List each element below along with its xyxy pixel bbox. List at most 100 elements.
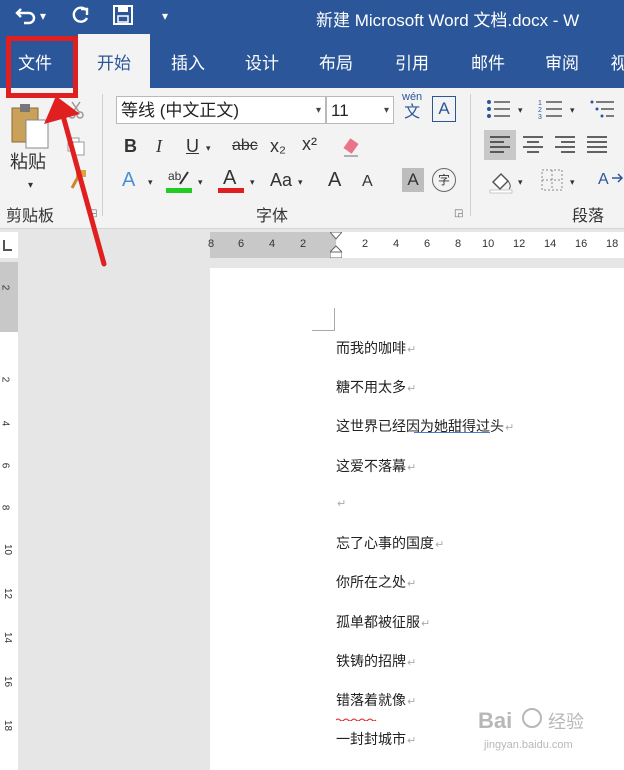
document-line[interactable]: 孤单都被征服↵ [336,612,430,632]
font-name-value: 等线 (中文正文) [121,101,240,120]
cut-icon[interactable] [66,100,86,120]
paragraph-mark: ↵ [407,344,417,356]
line-text: 你所在之处 [336,574,406,590]
justify-button[interactable] [582,130,612,160]
bullets-dropdown-icon[interactable]: ▾ [518,98,523,122]
ruler-number: 2 [0,376,11,383]
clipboard-group-label: 剪贴板 [6,208,55,225]
svg-text:1: 1 [538,100,542,107]
ruler-number: 4 [269,238,276,250]
save-icon[interactable] [112,4,134,32]
underline-dropdown-icon[interactable]: ▾ [206,136,211,160]
document-line[interactable]: 而我的咖啡↵ [336,338,416,358]
indent-marker-icon[interactable] [328,231,344,259]
text-effects-dropdown-icon[interactable]: ▾ [148,170,153,194]
ruler-corner[interactable] [0,232,18,258]
svg-text:ab: ab [168,169,182,183]
strikethrough-button[interactable]: abc [232,134,258,158]
tab-layout[interactable]: 布局 [300,34,372,88]
file-tab-highlight-box [6,36,78,98]
paste-icon[interactable] [8,100,54,150]
undo-dropdown-icon[interactable]: ▾ [40,4,46,28]
shrink-font-button[interactable]: A [362,170,373,194]
document-line[interactable]: 糖不用太多↵ [336,377,416,397]
ruler-number: 18 [606,238,619,250]
align-center-button[interactable] [518,130,548,160]
font-color-dropdown-icon[interactable]: ▾ [250,170,255,194]
document-line[interactable]: ↵ [336,494,346,510]
italic-button[interactable]: I [156,134,162,158]
paste-label[interactable]: 粘贴 [10,150,46,174]
ruler-number: 10 [482,238,495,250]
tab-view[interactable]: 视 [604,34,624,88]
document-line[interactable]: 这爱不落幕↵ [336,456,416,476]
bold-button[interactable]: B [124,134,137,158]
ruler-margin-shade [0,262,18,332]
grow-font-button[interactable]: A [328,168,341,192]
tab-home[interactable]: 开始 [78,34,150,88]
numbering-icon[interactable]: 123 [538,98,568,121]
enclose-characters-button[interactable]: 字 [432,168,456,192]
line-text: 忘了心事的国度 [336,535,434,551]
copy-icon[interactable] [66,136,86,156]
font-size-combo[interactable]: 11 ▾ [326,96,394,124]
font-name-combo[interactable]: 等线 (中文正文) ▾ [116,96,326,124]
highlight-dropdown-icon[interactable]: ▾ [198,170,203,194]
svg-text:Bai: Bai [478,708,512,733]
paste-dropdown-icon[interactable]: ▾ [28,174,33,198]
underline-button[interactable]: U [186,134,199,158]
change-case-dropdown-icon[interactable]: ▾ [298,170,303,194]
svg-text:经验: 经验 [548,712,584,733]
text-effects-button[interactable]: A [122,168,135,192]
undo-icon[interactable] [14,4,38,34]
watermark-logo: Bai 经验 jingyan.baidu.com [470,700,620,760]
document-line[interactable]: 错落着就像↵ [336,690,416,710]
document-line[interactable]: 你所在之处↵ [336,572,416,592]
ruler-number: 8 [208,238,215,250]
document-line[interactable]: 一封封城市↵ [336,729,416,749]
font-size-value: 11 [331,101,349,120]
text-direction-icon[interactable]: A [596,168,624,192]
clear-formatting-icon[interactable] [340,136,362,158]
shading-dropdown-icon[interactable]: ▾ [518,170,523,194]
numbering-dropdown-icon[interactable]: ▾ [570,98,575,122]
character-shading-button[interactable]: A [402,168,424,192]
document-page[interactable]: 而我的咖啡↵ 糖不用太多↵ 这世界已经因为她甜得过头↵ 这爱不落幕↵ ↵ 忘了心… [210,268,624,770]
tab-design[interactable]: 设计 [226,34,298,88]
change-case-button[interactable]: Aa [270,168,292,192]
paragraph-group-label: 段落 [572,208,605,225]
font-size-dropdown-icon[interactable]: ▾ [384,97,389,125]
multilevel-list-icon[interactable] [590,98,620,120]
ruler-number: 10 [2,543,14,556]
tab-references[interactable]: 引用 [376,34,448,88]
borders-icon[interactable] [540,168,564,192]
vertical-ruler[interactable]: 2 2 4 6 8 10 12 14 16 18 [0,262,18,770]
horizontal-ruler[interactable]: 8 6 4 2 2 4 6 8 10 12 14 16 18 [208,231,624,259]
customize-qat-icon[interactable]: ▾ [162,4,168,28]
document-line[interactable]: 忘了心事的国度↵ [336,533,444,553]
tab-insert[interactable]: 插入 [152,34,224,88]
ruler-number: 18 [2,719,14,732]
align-left-button[interactable] [484,130,516,160]
document-line[interactable]: 这世界已经因为她甜得过头↵ [336,416,514,436]
font-launcher-icon[interactable]: ◲ [454,208,463,219]
font-color-button[interactable]: A [218,166,244,194]
bullets-icon[interactable] [486,98,516,120]
align-right-button[interactable] [550,130,580,160]
redo-icon[interactable] [68,4,92,34]
tab-mailings[interactable]: 邮件 [452,34,524,88]
clipboard-launcher-icon[interactable]: ◲ [88,208,97,219]
borders-dropdown-icon[interactable]: ▾ [570,170,575,194]
subscript-button[interactable]: x₂ [270,134,286,158]
shading-icon[interactable] [488,168,514,194]
font-name-dropdown-icon[interactable]: ▾ [316,97,321,125]
svg-text:A: A [598,171,609,188]
document-line[interactable]: 铁铸的招牌↵ [336,651,416,671]
tab-review[interactable]: 审阅 [526,34,598,88]
phonetic-guide-button[interactable]: wén 文 [402,90,422,122]
ruler-number: 16 [2,675,14,688]
character-border-button[interactable]: A [432,96,456,122]
superscript-button[interactable]: x² [302,132,317,156]
highlight-color-button[interactable]: ab [166,166,192,194]
format-painter-icon[interactable] [66,168,88,190]
